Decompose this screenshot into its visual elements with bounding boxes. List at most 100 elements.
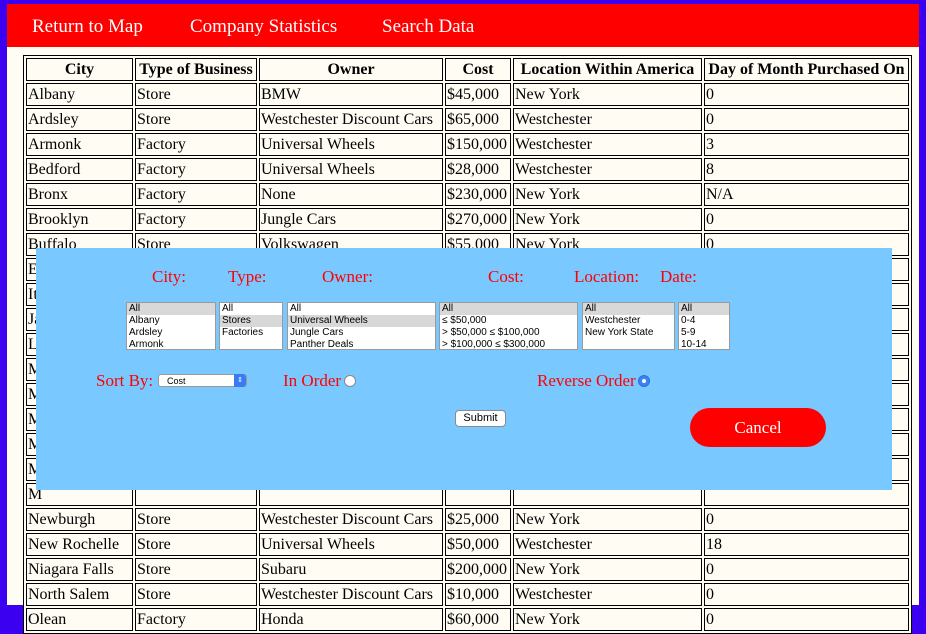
cell-day: 3 [704,133,909,156]
header-owner: Owner [259,58,443,81]
cell-day: 0 [704,208,909,231]
cell-day: 0 [704,608,909,631]
cell-owner: Universal Wheels [259,158,443,181]
search-filter-panel: City: Type: Owner: Cost: Location: Date:… [36,248,892,490]
list-option[interactable]: All [127,303,215,315]
cell-location: Westchester [513,108,702,131]
list-option[interactable]: Jungle Cars [288,327,435,339]
cell-type: Factory [135,183,257,206]
cell-city: New Rochelle [26,533,133,556]
header-day: Day of Month Purchased On [704,58,909,81]
city-filter-label: City: [152,267,187,286]
list-option[interactable]: Stores [220,315,282,327]
submit-button[interactable]: Submit [455,410,506,427]
cell-owner: BMW [259,83,443,106]
cell-cost: $270,000 [445,208,511,231]
cell-cost: $50,000 [445,533,511,556]
list-option[interactable]: > $100,000 ≤ $300,000 [440,339,577,349]
table-row: Olean Factory Honda $60,000 New York 0 [26,608,909,631]
cell-day: 0 [704,83,909,106]
date-filter-label: Date: [660,267,697,286]
list-option[interactable]: 5-9 [679,327,729,339]
table-row: Ardsley Store Westchester Discount Cars $65… [26,108,909,131]
table-row: North Salem Store Westchester Discount Car… [26,583,909,606]
reverse-order-label: Reverse Order [537,371,636,390]
cell-day: 18 [704,533,909,556]
list-option[interactable]: Armonk [127,339,215,349]
list-option[interactable]: > $50,000 ≤ $100,000 [440,327,577,339]
list-option[interactable]: 10-14 [679,339,729,349]
sort-by-select[interactable]: Cost ⇕ [158,374,247,387]
table-row: Albany Store BMW $45,000 New York 0 [26,83,909,106]
cell-location: New York [513,83,702,106]
cell-owner: Honda [259,608,443,631]
cell-type: Factory [135,608,257,631]
list-option[interactable]: All [583,303,674,315]
cell-type: Store [135,83,257,106]
cell-location: Westchester [513,158,702,181]
cell-location: Westchester [513,583,702,606]
cell-location: New York [513,508,702,531]
cell-location: New York [513,558,702,581]
cell-cost: $150,000 [445,133,511,156]
cell-city: Olean [26,608,133,631]
cell-day: 0 [704,558,909,581]
table-header-row: City Type of Business Owner Cost Locatio… [26,58,909,81]
cost-listbox[interactable]: All ≤ $50,000 > $50,000 ≤ $100,000 > $10… [439,302,578,350]
city-listbox[interactable]: All Albany Ardsley Armonk [126,302,216,350]
cell-city: Albany [26,83,133,106]
cell-type: Store [135,508,257,531]
list-option[interactable]: ≤ $50,000 [440,315,577,327]
table-row: Brooklyn Factory Jungle Cars $270,000 New Yo… [26,208,909,231]
list-option[interactable]: Panther Deals [288,339,435,349]
list-option[interactable]: All [288,303,435,315]
list-option[interactable]: All [220,303,282,315]
header-cost: Cost [445,58,511,81]
search-data-link[interactable]: Search Data [382,16,474,38]
cell-cost: $200,000 [445,558,511,581]
list-option[interactable]: Factories [220,327,282,339]
cancel-button[interactable]: Cancel [690,408,826,447]
cell-city: North Salem [26,583,133,606]
cell-location: Westchester [513,533,702,556]
in-order-label: In Order [283,371,342,390]
table-row: Niagara Falls Store Subaru $200,000 New York… [26,558,909,581]
owner-listbox[interactable]: All Universal Wheels Jungle Cars Panther… [287,302,436,350]
cell-location: New York [513,608,702,631]
list-option[interactable]: Westchester [583,315,674,327]
header-type: Type of Business [135,58,257,81]
cell-location: Westchester [513,133,702,156]
table-row: Newburgh Store Westchester Discount Cars $2… [26,508,909,531]
cell-day: 0 [704,108,909,131]
sort-by-label: Sort By: [96,371,154,390]
in-order-radio[interactable] [344,375,356,387]
return-to-map-link[interactable]: Return to Map [32,16,143,38]
cell-day: 0 [704,583,909,606]
sort-by-value: Cost [167,376,186,386]
list-option[interactable]: 0-4 [679,315,729,327]
location-filter-label: Location: [574,267,640,286]
list-option[interactable]: Albany [127,315,215,327]
cell-owner: Universal Wheels [259,133,443,156]
cell-cost: $45,000 [445,83,511,106]
cell-owner: Jungle Cars [259,208,443,231]
list-option[interactable]: New York State [583,327,674,339]
list-option[interactable]: Ardsley [127,327,215,339]
table-row: Armonk Factory Universal Wheels $150,000 Wes… [26,133,909,156]
table-row: Bedford Factory Universal Wheels $28,000 Wes… [26,158,909,181]
list-option[interactable]: All [679,303,729,315]
location-listbox[interactable]: All Westchester New York State [582,302,675,350]
cell-day: 0 [704,508,909,531]
list-option[interactable]: All [440,303,577,315]
cell-type: Store [135,108,257,131]
table-row: New Rochelle Store Universal Wheels $50,000… [26,533,909,556]
cell-cost: $10,000 [445,583,511,606]
date-listbox[interactable]: All 0-4 5-9 10-14 [678,302,730,350]
reverse-order-radio[interactable] [638,375,650,387]
company-statistics-link[interactable]: Company Statistics [190,16,337,38]
type-listbox[interactable]: All Stores Factories [219,302,283,350]
cell-owner: Westchester Discount Cars [259,508,443,531]
list-option[interactable]: Universal Wheels [288,315,435,327]
cell-city: Newburgh [26,508,133,531]
cell-type: Store [135,558,257,581]
